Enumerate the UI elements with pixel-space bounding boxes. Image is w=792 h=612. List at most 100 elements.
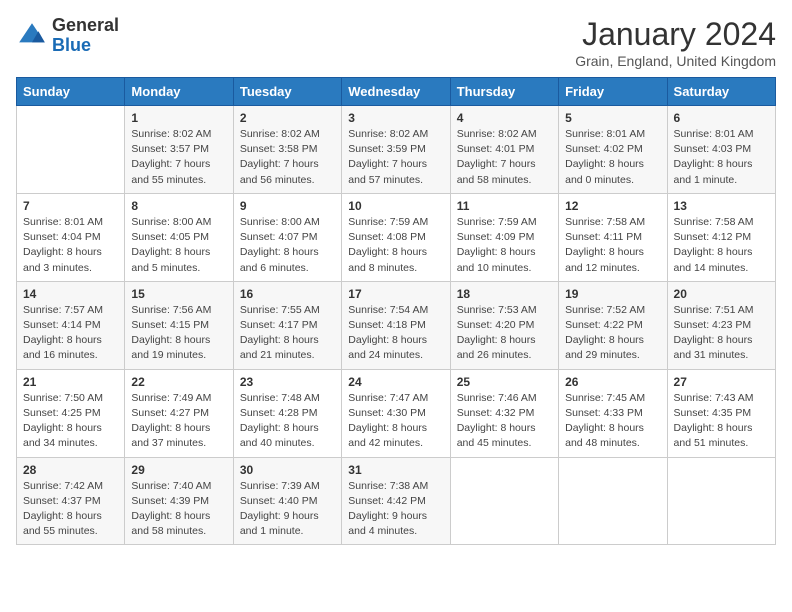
day-info: Sunrise: 7:51 AMSunset: 4:23 PMDaylight:… [674,303,769,364]
day-number: 27 [674,375,769,389]
header-cell-thursday: Thursday [450,78,558,106]
day-info: Sunrise: 7:56 AMSunset: 4:15 PMDaylight:… [131,303,226,364]
day-cell: 7 Sunrise: 8:01 AMSunset: 4:04 PMDaylight… [17,193,125,281]
day-cell: 1Sunrise: 8:02 AMSunset: 3:57 PMDaylight… [125,106,233,194]
day-info: Sunrise: 7:58 AMSunset: 4:12 PMDaylight:… [674,215,769,276]
day-number: 23 [240,375,335,389]
day-number: 9 [240,199,335,213]
calendar-table: SundayMondayTuesdayWednesdayThursdayFrid… [16,77,776,545]
day-cell: 29 Sunrise: 7:40 AMSunset: 4:39 PMDayligh… [125,457,233,545]
day-info: Sunrise: 8:00 AMSunset: 4:07 PMDaylight:… [240,215,335,276]
day-cell: 28 Sunrise: 7:42 AMSunset: 4:37 PMDayligh… [17,457,125,545]
day-cell: 11 Sunrise: 7:59 AMSunset: 4:09 PMDayligh… [450,193,558,281]
day-number: 13 [674,199,769,213]
day-cell: 3Sunrise: 8:02 AMSunset: 3:59 PMDaylight… [342,106,450,194]
day-info: Sunrise: 8:01 AMSunset: 4:02 PMDaylight:… [565,127,660,188]
day-number: 31 [348,463,443,477]
day-number: 28 [23,463,118,477]
location: Grain, England, United Kingdom [575,53,776,69]
day-info: Sunrise: 8:00 AMSunset: 4:05 PMDaylight:… [131,215,226,276]
day-cell: 21Sunrise: 7:50 AMSunset: 4:25 PMDayligh… [17,369,125,457]
day-cell: 13 Sunrise: 7:58 AMSunset: 4:12 PMDayligh… [667,193,775,281]
day-cell: 24 Sunrise: 7:47 AMSunset: 4:30 PMDayligh… [342,369,450,457]
day-cell: 26 Sunrise: 7:45 AMSunset: 4:33 PMDayligh… [559,369,667,457]
day-cell: 19Sunrise: 7:52 AMSunset: 4:22 PMDayligh… [559,281,667,369]
logo-text: General Blue [52,16,119,56]
day-number: 15 [131,287,226,301]
week-row-3: 14 Sunrise: 7:57 AMSunset: 4:14 PMDayligh… [17,281,776,369]
day-number: 7 [23,199,118,213]
day-cell: 31 Sunrise: 7:38 AMSunset: 4:42 PMDayligh… [342,457,450,545]
day-number: 16 [240,287,335,301]
day-cell: 2Sunrise: 8:02 AMSunset: 3:58 PMDaylight… [233,106,341,194]
day-info: Sunrise: 8:01 AMSunset: 4:04 PMDaylight:… [23,215,118,276]
day-number: 30 [240,463,335,477]
week-row-2: 7 Sunrise: 8:01 AMSunset: 4:04 PMDaylight… [17,193,776,281]
day-cell: 15 Sunrise: 7:56 AMSunset: 4:15 PMDayligh… [125,281,233,369]
day-info: Sunrise: 7:53 AMSunset: 4:20 PMDaylight:… [457,303,552,364]
day-info: Sunrise: 7:54 AMSunset: 4:18 PMDaylight:… [348,303,443,364]
day-info: Sunrise: 8:01 AMSunset: 4:03 PMDaylight:… [674,127,769,188]
day-info: Sunrise: 7:40 AMSunset: 4:39 PMDaylight:… [131,479,226,540]
day-cell: 30Sunrise: 7:39 AMSunset: 4:40 PMDayligh… [233,457,341,545]
day-info: Sunrise: 7:38 AMSunset: 4:42 PMDaylight:… [348,479,443,540]
day-number: 6 [674,111,769,125]
day-number: 10 [348,199,443,213]
header-cell-sunday: Sunday [17,78,125,106]
day-number: 22 [131,375,226,389]
day-number: 12 [565,199,660,213]
month-title: January 2024 [575,16,776,53]
title-block: January 2024 Grain, England, United King… [575,16,776,69]
day-info: Sunrise: 7:57 AMSunset: 4:14 PMDaylight:… [23,303,118,364]
day-info: Sunrise: 8:02 AMSunset: 4:01 PMDaylight:… [457,127,552,188]
day-cell [559,457,667,545]
logo-blue: Blue [52,35,91,55]
day-cell [17,106,125,194]
day-info: Sunrise: 8:02 AMSunset: 3:58 PMDaylight:… [240,127,335,188]
day-cell: 6 Sunrise: 8:01 AMSunset: 4:03 PMDaylight… [667,106,775,194]
week-row-5: 28 Sunrise: 7:42 AMSunset: 4:37 PMDayligh… [17,457,776,545]
day-cell: 12 Sunrise: 7:58 AMSunset: 4:11 PMDayligh… [559,193,667,281]
day-info: Sunrise: 7:52 AMSunset: 4:22 PMDaylight:… [565,303,660,364]
day-number: 5 [565,111,660,125]
day-number: 14 [23,287,118,301]
day-cell: 8Sunrise: 8:00 AMSunset: 4:05 PMDaylight… [125,193,233,281]
header-cell-friday: Friday [559,78,667,106]
week-row-4: 21Sunrise: 7:50 AMSunset: 4:25 PMDayligh… [17,369,776,457]
logo-icon [16,20,48,52]
header-cell-wednesday: Wednesday [342,78,450,106]
day-number: 21 [23,375,118,389]
day-number: 29 [131,463,226,477]
header-cell-monday: Monday [125,78,233,106]
day-number: 1 [131,111,226,125]
logo: General Blue [16,16,119,56]
day-cell: 27 Sunrise: 7:43 AMSunset: 4:35 PMDayligh… [667,369,775,457]
day-info: Sunrise: 8:02 AMSunset: 3:59 PMDaylight:… [348,127,443,188]
header-cell-saturday: Saturday [667,78,775,106]
day-number: 17 [348,287,443,301]
day-cell: 10Sunrise: 7:59 AMSunset: 4:08 PMDayligh… [342,193,450,281]
day-number: 18 [457,287,552,301]
header-cell-tuesday: Tuesday [233,78,341,106]
day-cell: 5 Sunrise: 8:01 AMSunset: 4:02 PMDaylight… [559,106,667,194]
day-number: 11 [457,199,552,213]
page-header: General Blue January 2024 Grain, England… [16,16,776,69]
day-info: Sunrise: 7:49 AMSunset: 4:27 PMDaylight:… [131,391,226,452]
day-cell: 9 Sunrise: 8:00 AMSunset: 4:07 PMDaylight… [233,193,341,281]
day-info: Sunrise: 7:59 AMSunset: 4:09 PMDaylight:… [457,215,552,276]
day-cell: 16 Sunrise: 7:55 AMSunset: 4:17 PMDayligh… [233,281,341,369]
day-cell: 23Sunrise: 7:48 AMSunset: 4:28 PMDayligh… [233,369,341,457]
day-number: 25 [457,375,552,389]
day-info: Sunrise: 7:55 AMSunset: 4:17 PMDaylight:… [240,303,335,364]
day-info: Sunrise: 7:43 AMSunset: 4:35 PMDaylight:… [674,391,769,452]
day-info: Sunrise: 7:45 AMSunset: 4:33 PMDaylight:… [565,391,660,452]
day-number: 4 [457,111,552,125]
day-info: Sunrise: 7:47 AMSunset: 4:30 PMDaylight:… [348,391,443,452]
day-number: 26 [565,375,660,389]
day-number: 24 [348,375,443,389]
day-info: Sunrise: 7:58 AMSunset: 4:11 PMDaylight:… [565,215,660,276]
day-info: Sunrise: 7:46 AMSunset: 4:32 PMDaylight:… [457,391,552,452]
day-info: Sunrise: 7:42 AMSunset: 4:37 PMDaylight:… [23,479,118,540]
day-cell: 4 Sunrise: 8:02 AMSunset: 4:01 PMDaylight… [450,106,558,194]
week-row-1: 1Sunrise: 8:02 AMSunset: 3:57 PMDaylight… [17,106,776,194]
